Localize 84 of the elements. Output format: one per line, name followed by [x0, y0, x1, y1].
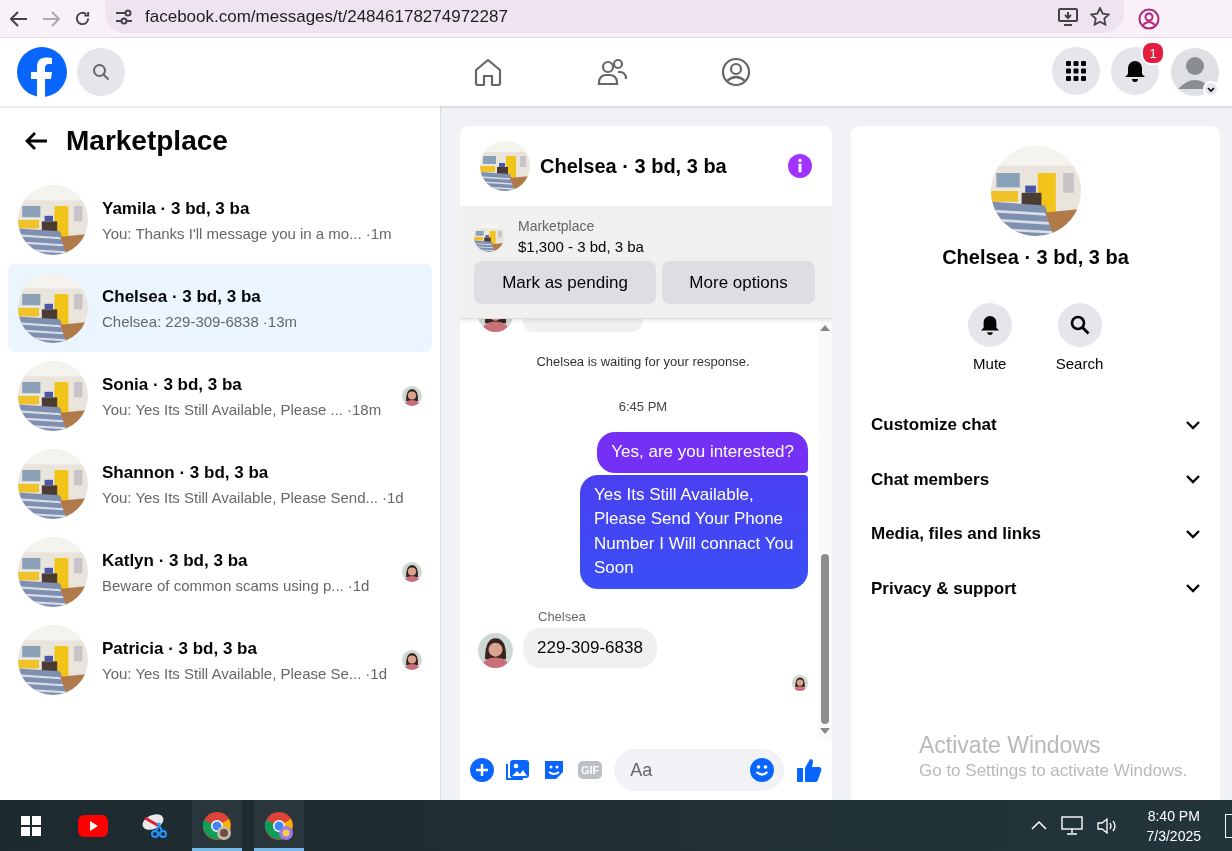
- photo-icon[interactable]: [506, 758, 530, 782]
- message-preview: You: Thanks I'll message you in a mo...: [102, 224, 362, 242]
- more-options-button[interactable]: More options: [662, 261, 815, 304]
- activation-title: Activate Windows: [919, 732, 1102, 759]
- section-header[interactable]: Media, files and links: [871, 507, 1212, 562]
- caret-up-icon[interactable]: [1030, 821, 1047, 830]
- browser-icon[interactable]: [192, 800, 242, 851]
- notification-badge: 1: [1141, 41, 1165, 65]
- sent-message: Yes, are you interested?: [597, 432, 808, 473]
- home-icon[interactable]: [473, 57, 503, 87]
- message-input[interactable]: Aa: [628, 758, 744, 782]
- conversation-item[interactable]: Patricia · 3 bd, 3 ba You: Yes Its Still Available, Please Se... ·1d: [8, 616, 432, 704]
- profile-icon[interactable]: [1138, 7, 1160, 30]
- message-time: ·18m: [347, 400, 382, 418]
- sent-message: Yes Its Still Available, Please Send Your Phone Number I Will connact You Soon: [580, 474, 808, 589]
- thumbs-up-icon[interactable]: [796, 757, 822, 783]
- message-preview: You: Yes Its Still Available, Please ...: [102, 400, 343, 418]
- info-icon[interactable]: [788, 154, 812, 178]
- site-settings-icon[interactable]: [115, 8, 133, 25]
- listing-price: $1,300 - 3 bd, 3 ba: [518, 238, 644, 255]
- back-icon[interactable]: [10, 10, 28, 27]
- message-time: ·1m: [365, 224, 392, 242]
- message-preview: Chelsea: 229-309-6838: [102, 312, 259, 330]
- received-message: 229-309-6838: [523, 627, 657, 668]
- network-icon[interactable]: [1060, 815, 1083, 836]
- message-preview: You: Yes Its Still Available, Please Send...: [102, 488, 379, 506]
- conversation-item[interactable]: Katlyn · 3 bd, 3 ba Beware of common scams using p... ·1d: [8, 528, 432, 616]
- activation-hint: Go to Settings to activate Windows.: [919, 761, 1188, 781]
- message-time: ·13m: [262, 312, 297, 330]
- scroll-down-icon[interactable]: [820, 728, 830, 734]
- conversation-name: Patricia · 3 bd, 3 ba: [102, 638, 258, 659]
- grid-icon: [1066, 61, 1086, 81]
- conversation-item[interactable]: Sonia · 3 bd, 3 ba You: Yes Its Still Available, Please ... ·18m: [8, 352, 432, 440]
- emoji-icon[interactable]: [750, 758, 774, 782]
- scrollbar-thumb[interactable]: [821, 554, 829, 724]
- conversation-name: Yamila · 3 bd, 3 ba: [102, 198, 251, 219]
- search-icon: [1069, 315, 1090, 335]
- section-header[interactable]: Privacy & support: [871, 561, 1212, 616]
- bell-icon: [1124, 60, 1146, 82]
- notification-icon[interactable]: [1225, 813, 1232, 838]
- people-icon[interactable]: [597, 57, 627, 87]
- bookmark-star-icon[interactable]: [1090, 7, 1110, 26]
- chat-title: Chelsea · 3 bd, 3 ba: [942, 246, 1129, 269]
- message-preview: Beware of common scams using p...: [102, 576, 344, 594]
- account-avatar-icon[interactable]: [1170, 47, 1220, 97]
- message-preview: You: Yes Its Still Available, Please Se...: [102, 664, 362, 682]
- scroll-up-icon[interactable]: [820, 325, 830, 331]
- section-header[interactable]: Chat members: [871, 452, 1212, 507]
- conversation-item[interactable]: Shannon · 3 bd, 3 ba You: Yes Its Still Available, Please Send... ·1d: [8, 440, 432, 528]
- message-time: ·1d: [382, 488, 404, 506]
- sender-name: Chelsea: [538, 608, 587, 624]
- message-time: ·1d: [365, 664, 388, 682]
- reload-icon[interactable]: [74, 10, 91, 27]
- search-icon: [92, 63, 110, 81]
- back-arrow-icon[interactable]: [24, 131, 48, 151]
- timestamp: 6:45 PM: [617, 399, 669, 414]
- mark-pending-button[interactable]: Mark as pending: [474, 261, 656, 304]
- volume-icon[interactable]: [1096, 816, 1119, 835]
- clock-time: 8:40 PM: [1147, 807, 1200, 824]
- install-icon[interactable]: [1058, 7, 1078, 26]
- conversation-name: Sonia · 3 bd, 3 ba: [102, 374, 243, 395]
- facebook-logo[interactable]: [17, 47, 67, 97]
- browser-icon[interactable]: [254, 800, 304, 851]
- chat-title: Chelsea · 3 bd, 3 ba: [540, 154, 728, 178]
- clock-date: 7/3/2025: [1146, 827, 1201, 844]
- conversation-name: Katlyn · 3 bd, 3 ba: [102, 550, 249, 571]
- conversation-item[interactable]: Yamila · 3 bd, 3 ba You: Thanks I'll message you in a mo... ·1m: [8, 176, 432, 264]
- plus-icon[interactable]: [470, 758, 494, 782]
- conversation-item[interactable]: Chelsea · 3 bd, 3 ba Chelsea: 229-309-6838 ·13m: [8, 264, 432, 352]
- marketplace-heading: Marketplace: [66, 125, 228, 157]
- conversation-name: Chelsea · 3 bd, 3 ba: [102, 286, 262, 307]
- section-header[interactable]: Customize chat: [871, 398, 1212, 453]
- waiting-notice: Chelsea is waiting for your response.: [535, 354, 751, 369]
- windows-logo: [21, 815, 41, 836]
- conversation-name: Shannon · 3 bd, 3 ba: [102, 462, 270, 483]
- message-field[interactable]: Aa: [614, 749, 784, 791]
- menu-button[interactable]: [1052, 47, 1100, 95]
- profile-circle-icon[interactable]: [721, 57, 751, 87]
- bell-icon: [979, 315, 1000, 335]
- sticker-icon[interactable]: [542, 758, 566, 782]
- listing-label: Marketplace: [518, 218, 596, 234]
- scrollbar[interactable]: [818, 319, 832, 740]
- message-time: ·1d: [347, 576, 370, 594]
- search-button[interactable]: [77, 48, 125, 96]
